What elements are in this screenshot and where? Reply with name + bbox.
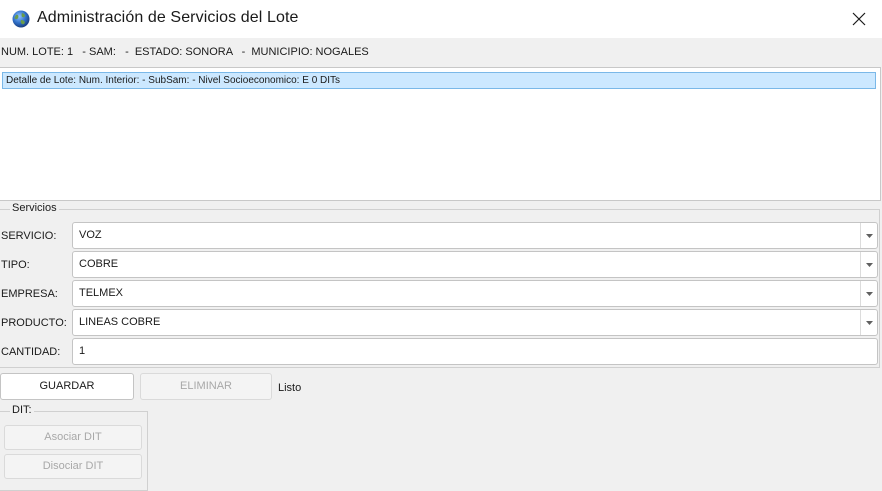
tipo-label: TIPO:: [1, 259, 30, 271]
producto-label: PRODUCTO:: [1, 317, 67, 329]
chevron-down-icon[interactable]: [860, 252, 877, 277]
empresa-select[interactable]: TELMEX: [72, 280, 878, 307]
cantidad-input[interactable]: 1: [72, 338, 878, 365]
status-text: Listo: [278, 382, 302, 394]
producto-select[interactable]: LINEAS COBRE: [72, 309, 878, 336]
asociar-dit-button[interactable]: Asociar DIT: [4, 425, 142, 450]
cantidad-value: 1: [79, 345, 86, 357]
dit-group: [0, 411, 148, 491]
servicio-label: SERVICIO:: [1, 230, 57, 242]
empresa-label: EMPRESA:: [1, 288, 58, 300]
close-icon[interactable]: [836, 0, 882, 38]
window-title: Administración de Servicios del Lote: [37, 9, 299, 26]
dit-legend: DIT:: [10, 404, 34, 416]
chevron-down-icon[interactable]: [860, 310, 877, 335]
servicios-legend: Servicios: [10, 202, 59, 214]
chevron-down-icon[interactable]: [860, 223, 877, 248]
producto-value: LINEAS COBRE: [79, 316, 161, 328]
lote-info-bar: NUM. LOTE: 1 - SAM: - ESTADO: SONORA - M…: [0, 38, 882, 66]
list-item[interactable]: Detalle de Lote: Num. Interior: - SubSam…: [2, 72, 876, 89]
disociar-dit-button[interactable]: Disociar DIT: [4, 454, 142, 479]
guardar-button[interactable]: GUARDAR: [0, 373, 134, 400]
tipo-value: COBRE: [79, 258, 119, 270]
empresa-value: TELMEX: [79, 287, 124, 299]
lote-detail-list[interactable]: Detalle de Lote: Num. Interior: - SubSam…: [0, 67, 881, 201]
tipo-select[interactable]: COBRE: [72, 251, 878, 278]
chevron-down-icon[interactable]: [860, 281, 877, 306]
title-bar: Administración de Servicios del Lote: [0, 0, 882, 38]
globe-icon: [11, 9, 31, 29]
cantidad-label: CANTIDAD:: [1, 346, 61, 358]
servicio-value: VOZ: [79, 229, 102, 241]
servicio-select[interactable]: VOZ: [72, 222, 878, 249]
eliminar-button[interactable]: ELIMINAR: [140, 373, 272, 400]
